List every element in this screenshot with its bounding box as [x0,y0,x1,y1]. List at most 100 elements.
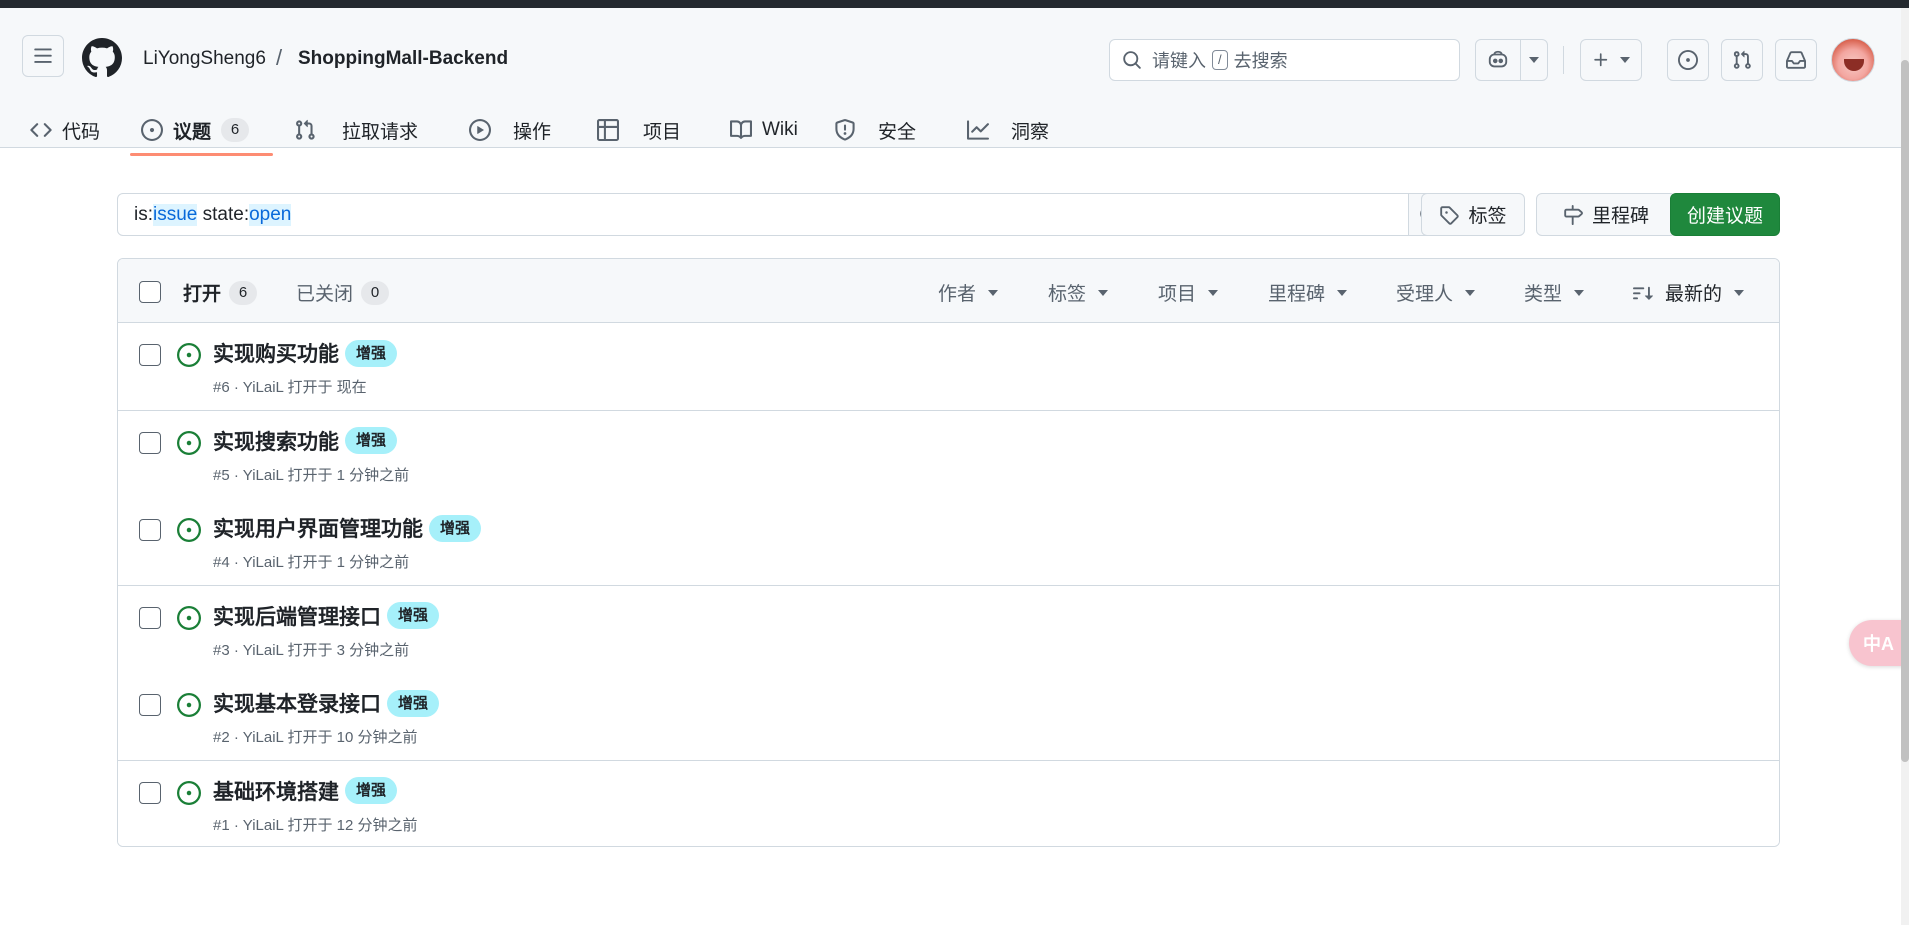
tab-code-label: 代码 [62,121,101,143]
tab-issues[interactable]: 议题 6 [141,104,250,156]
issue-label-enhancement[interactable]: 增强 [345,427,398,454]
milestone-filter[interactable]: 里程碑 [1268,279,1348,306]
issue-title-link[interactable]: 实现购买功能 [213,338,339,368]
issue-label-enhancement[interactable]: 增强 [387,602,440,629]
new-issue-button[interactable]: 创建议题 [1670,193,1780,236]
chevron-down-icon [1337,289,1348,296]
chevron-down-icon [1208,289,1219,296]
milestone-filter-label: 里程碑 [1268,284,1326,305]
tab-security-label: 安全 [878,121,917,143]
select-all-checkbox[interactable] [139,281,161,303]
type-filter-label: 类型 [1524,284,1563,305]
tab-issues-count: 6 [221,118,250,142]
chevron-down-icon [1734,289,1745,296]
sort-dropdown[interactable]: 最新的 [1633,279,1745,306]
issue-opened-icon [177,430,201,455]
issue-title-link[interactable]: 实现用户界面管理功能 [213,513,423,543]
issue-title-line: 实现搜索功能 增强 [213,426,398,456]
issue-checkbox[interactable] [139,606,161,629]
issue-checkbox[interactable] [139,431,161,454]
tab-wiki[interactable]: Wiki [730,104,798,156]
translate-icon: 中A [1863,634,1894,654]
issue-title-line: 实现后端管理接口 增强 [213,601,440,631]
tab-actions[interactable]: 操作 [469,104,551,156]
issue-title-line: 实现购买功能 增强 [213,338,398,368]
tab-pull-requests[interactable]: 拉取请求 [294,104,418,156]
tag-icon [1440,205,1460,225]
copilot-button[interactable] [1475,39,1521,81]
milestones-button[interactable]: 里程碑 [1536,193,1676,236]
inbox-button[interactable] [1775,39,1817,81]
menu-button[interactable] [22,35,64,77]
label-filter[interactable]: 标签 [1048,279,1109,306]
labels-button-label: 标签 [1468,206,1507,227]
type-filter[interactable]: 类型 [1524,279,1585,306]
labels-button[interactable]: 标签 [1421,193,1525,236]
issue-row[interactable]: 基础环境搭建 增强 #1 · YiLaiL 打开于 12 分钟之前 [118,760,1779,846]
search-shortcut-key: / [1212,50,1228,70]
open-count: 6 [229,280,258,305]
issue-filter-input[interactable]: is: issue state: open [117,193,1409,236]
breadcrumb-owner[interactable]: LiYongSheng6 [143,48,266,70]
issue-opened-icon [141,119,163,141]
issue-checkbox[interactable] [139,519,161,541]
chevron-down-icon [988,289,999,296]
issue-checkbox[interactable] [139,694,161,716]
issue-row[interactable]: 实现搜索功能 增强 #5 · YiLaiL 打开于 1 分钟之前 [118,410,1779,499]
issue-title-link[interactable]: 实现搜索功能 [213,426,339,456]
github-logo-icon[interactable] [82,38,122,78]
filter-text-state: state: [197,203,250,225]
closed-issues-filter[interactable]: 已关闭 0 [296,279,390,306]
new-issue-button-label: 创建议题 [1686,206,1763,227]
assignee-filter[interactable]: 受理人 [1396,279,1476,306]
issue-meta: #5 · YiLaiL 打开于 1 分钟之前 [213,466,410,484]
create-new-button[interactable] [1580,39,1642,81]
hamburger-icon [34,48,52,63]
your-pull-requests-button[interactable] [1721,39,1763,81]
issue-label-enhancement[interactable]: 增强 [429,514,482,542]
page-scrollbar-thumb[interactable] [1901,60,1909,762]
tab-security[interactable]: 安全 [834,104,916,156]
copilot-dropdown-button[interactable] [1520,39,1548,81]
issue-opened-icon [1678,50,1698,70]
tab-code[interactable]: 代码 [30,104,100,156]
breadcrumb-separator: / [276,45,283,70]
issue-checkbox[interactable] [139,781,161,804]
your-issues-button[interactable] [1667,39,1709,81]
global-search-input[interactable]: 请键入 / 去搜索 [1109,39,1460,81]
issue-checkbox[interactable] [139,344,161,366]
inbox-icon [1786,51,1806,69]
tab-projects-label: 项目 [643,121,682,143]
breadcrumb-repo[interactable]: ShoppingMall-Backend [298,48,508,70]
issue-label-enhancement[interactable]: 增强 [345,777,398,804]
tab-projects[interactable]: 项目 [597,104,681,156]
issue-row[interactable]: 实现购买功能 增强 #6 · YiLaiL 打开于 现在 [118,323,1779,411]
open-issues-filter[interactable]: 打开 6 [183,279,258,306]
issue-title-link[interactable]: 实现后端管理接口 [213,601,381,631]
issue-title-link[interactable]: 基础环境搭建 [213,776,339,806]
author-filter-label: 作者 [938,284,977,305]
issue-meta: #2 · YiLaiL 打开于 10 分钟之前 [213,729,418,746]
tab-insights[interactable]: 洞察 [967,104,1049,156]
issue-row[interactable]: 实现后端管理接口 增强 #3 · YiLaiL 打开于 3 分钟之前 [118,585,1779,674]
repo-header: LiYongSheng6 / ShoppingMall-Backend 请键入 … [0,8,1909,156]
project-filter[interactable]: 项目 [1158,279,1219,306]
issue-label-enhancement[interactable]: 增强 [387,689,440,717]
issue-title-link[interactable]: 实现基本登录接口 [213,688,381,718]
plus-icon [1594,53,1608,67]
milestones-button-label: 里程碑 [1591,206,1649,227]
issue-opened-icon [177,605,201,630]
issue-row[interactable]: 实现基本登录接口 增强 #2 · YiLaiL 打开于 10 分钟之前 [118,673,1779,761]
issue-row[interactable]: 实现用户界面管理功能 增强 #4 · YiLaiL 打开于 1 分钟之前 [118,498,1779,586]
search-placeholder-prefix: 请键入 [1152,51,1206,71]
tab-actions-label: 操作 [513,121,552,143]
closed-count: 0 [361,280,390,305]
play-icon [469,119,491,141]
author-filter[interactable]: 作者 [938,279,999,306]
filter-keyword-issue: issue [153,203,198,226]
translate-button[interactable]: 中A [1849,620,1905,666]
issue-meta: #4 · YiLaiL 打开于 1 分钟之前 [213,554,410,571]
user-avatar[interactable] [1831,38,1875,82]
issue-label-enhancement[interactable]: 增强 [345,339,398,367]
git-pull-request-icon [296,119,315,140]
